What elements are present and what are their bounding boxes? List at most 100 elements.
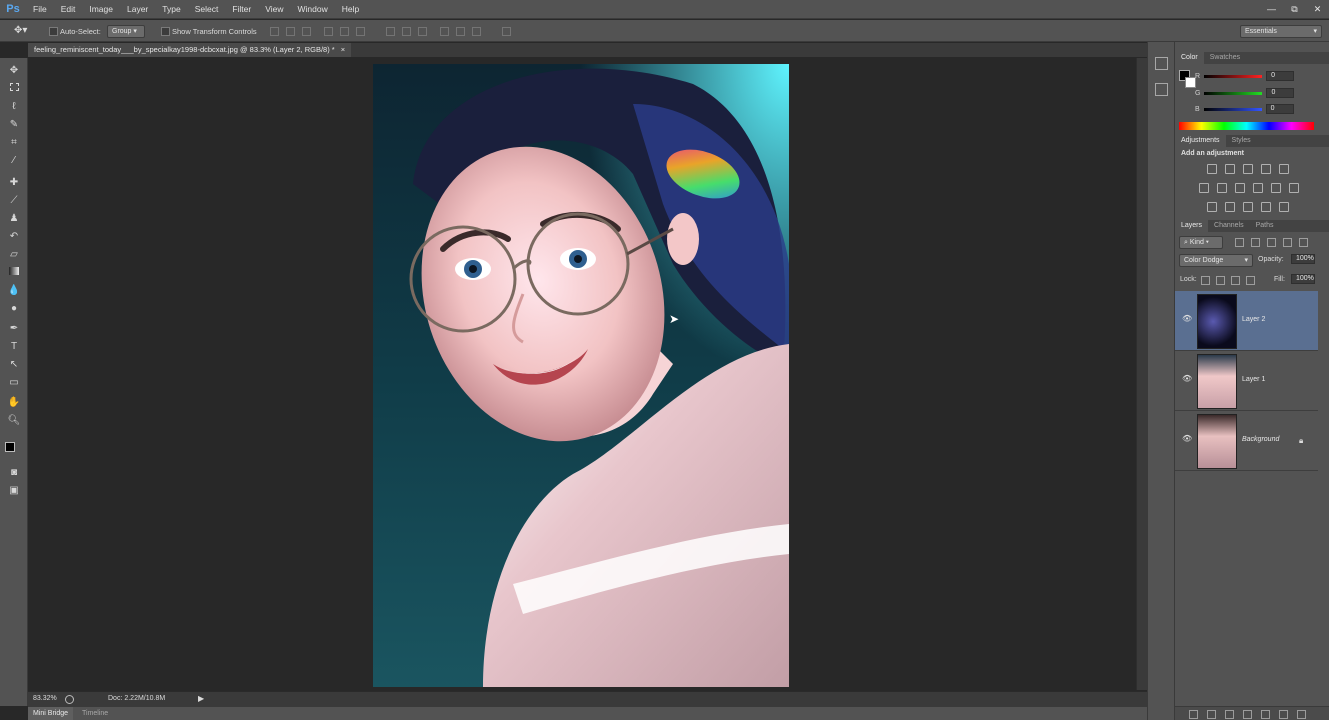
menu-image[interactable]: Image [82,0,120,19]
layer-name[interactable]: Background [1242,436,1279,443]
filter-shape-icon[interactable] [1283,238,1292,247]
distribute-top-icon[interactable] [386,27,395,36]
curves-icon[interactable] [1243,164,1253,174]
red-value-field[interactable]: 0 [1266,71,1295,81]
blur-tool-icon[interactable]: 💧 [7,284,21,298]
history-brush-tool-icon[interactable]: ↶ [7,230,21,244]
tab-layers[interactable]: Layers [1175,220,1209,232]
auto-align-icon[interactable] [502,27,511,36]
black-white-icon[interactable] [1235,183,1245,193]
delete-layer-icon[interactable] [1297,710,1306,719]
blue-slider[interactable] [1203,107,1262,111]
selective-color-icon[interactable] [1261,202,1271,212]
workspace-switcher[interactable]: Essentials ▾ [1240,25,1322,38]
distribute-vcenter-icon[interactable] [402,27,411,36]
healing-brush-tool-icon[interactable]: ✚ [7,176,21,190]
align-bottom-icon[interactable] [302,27,311,36]
gradient-tool-icon[interactable] [7,266,21,280]
type-tool-icon[interactable]: T [7,340,21,354]
filter-adjustment-icon[interactable] [1251,238,1260,247]
link-layers-icon[interactable] [1189,710,1198,719]
color-spectrum-ramp[interactable] [1179,122,1314,130]
tab-swatches[interactable]: Swatches [1204,52,1246,64]
layer-row-background[interactable]: 👁︎ Background 🔒︎ [1175,411,1318,471]
document-canvas-photo[interactable] [373,64,789,687]
crop-tool-icon[interactable]: ⌗ [7,136,21,150]
layer-row-layer-1[interactable]: 👁︎ Layer 1 [1175,351,1318,411]
hand-tool-icon[interactable]: ✋ [7,396,21,410]
status-info-icon[interactable] [65,695,74,704]
pen-tool-icon[interactable]: ✒ [7,322,21,336]
layer-row-layer-2[interactable]: 👁︎ Layer 2 [1175,291,1318,351]
move-tool-preset-icon[interactable]: ✥▾ [14,25,27,36]
distribute-right-icon[interactable] [472,27,481,36]
menu-help[interactable]: Help [335,0,366,19]
vertical-scrollbar[interactable] [1136,58,1147,690]
tab-timeline[interactable]: Timeline [82,707,108,720]
marquee-tool-icon[interactable] [7,82,21,96]
history-panel-icon[interactable] [1155,57,1168,70]
blend-mode-dropdown[interactable]: Color Dodge ▾ [1179,254,1253,267]
zoom-tool-icon[interactable]: 🔍︎ [7,414,21,428]
exposure-icon[interactable] [1261,164,1271,174]
align-vcenter-icon[interactable] [286,27,295,36]
fill-field[interactable]: 100% [1291,274,1315,284]
visibility-eye-icon[interactable]: 👁︎ [1182,315,1192,323]
dodge-tool-icon[interactable]: ● [7,302,21,316]
clone-stamp-tool-icon[interactable]: ♟ [7,212,21,226]
menu-edit[interactable]: Edit [54,0,83,19]
tab-paths[interactable]: Paths [1250,220,1280,232]
lock-all-icon[interactable] [1246,276,1255,285]
document-tab[interactable]: feeling_reminiscent_today___by_specialka… [28,43,352,57]
tab-adjustments[interactable]: Adjustments [1175,135,1226,147]
lasso-tool-icon[interactable]: ℓ [7,100,21,114]
align-hcenter-icon[interactable] [340,27,349,36]
new-adjustment-layer-icon[interactable] [1243,710,1252,719]
align-right-icon[interactable] [356,27,365,36]
close-button[interactable]: ✕ [1306,0,1329,19]
hue-saturation-icon[interactable] [1199,183,1209,193]
blue-value-field[interactable]: 0 [1265,104,1294,114]
status-menu-arrow-icon[interactable]: ▶ [198,694,204,703]
green-value-field[interactable]: 0 [1266,88,1295,98]
brush-tool-icon[interactable]: ⟋ [7,194,21,208]
align-top-icon[interactable] [270,27,279,36]
add-mask-icon[interactable] [1225,710,1234,719]
gradient-map-icon[interactable] [1279,202,1289,212]
lock-transparent-icon[interactable] [1201,276,1210,285]
layer-filter-kind-dropdown[interactable]: ⌕ Kind ▾ [1179,236,1223,249]
distribute-hcenter-icon[interactable] [456,27,465,36]
add-layer-style-icon[interactable] [1207,710,1216,719]
canvas-area[interactable]: ➤ [28,58,1136,690]
visibility-eye-icon[interactable]: 👁︎ [1182,435,1192,443]
brightness-contrast-icon[interactable] [1207,164,1217,174]
tab-channels[interactable]: Channels [1208,220,1250,232]
invert-icon[interactable] [1207,202,1217,212]
lock-image-icon[interactable] [1216,276,1225,285]
restore-button[interactable]: ⧉ [1283,0,1306,19]
lock-position-icon[interactable] [1231,276,1240,285]
eraser-tool-icon[interactable]: ▱ [7,248,21,262]
threshold-icon[interactable] [1243,202,1253,212]
quick-mask-icon[interactable]: ◙ [7,466,21,480]
properties-panel-icon[interactable] [1155,83,1168,96]
filter-pixel-icon[interactable] [1235,238,1244,247]
menu-layer[interactable]: Layer [120,0,155,19]
photo-filter-icon[interactable] [1253,183,1263,193]
document-tab-close[interactable]: × [341,43,345,57]
new-layer-icon[interactable] [1279,710,1288,719]
quick-selection-tool-icon[interactable]: ✎ [7,118,21,132]
color-balance-icon[interactable] [1217,183,1227,193]
visibility-eye-icon[interactable]: 👁︎ [1182,375,1192,383]
green-slider[interactable] [1204,91,1263,95]
filter-type-icon[interactable] [1267,238,1276,247]
foreground-color-swatch[interactable] [5,442,15,452]
layer-name[interactable]: Layer 1 [1242,376,1265,383]
menu-type[interactable]: Type [155,0,187,19]
filter-smart-object-icon[interactable] [1299,238,1308,247]
show-transform-checkbox[interactable] [161,27,170,36]
menu-select[interactable]: Select [188,0,226,19]
posterize-icon[interactable] [1225,202,1235,212]
new-group-icon[interactable] [1261,710,1270,719]
layer-name[interactable]: Layer 2 [1242,316,1265,323]
